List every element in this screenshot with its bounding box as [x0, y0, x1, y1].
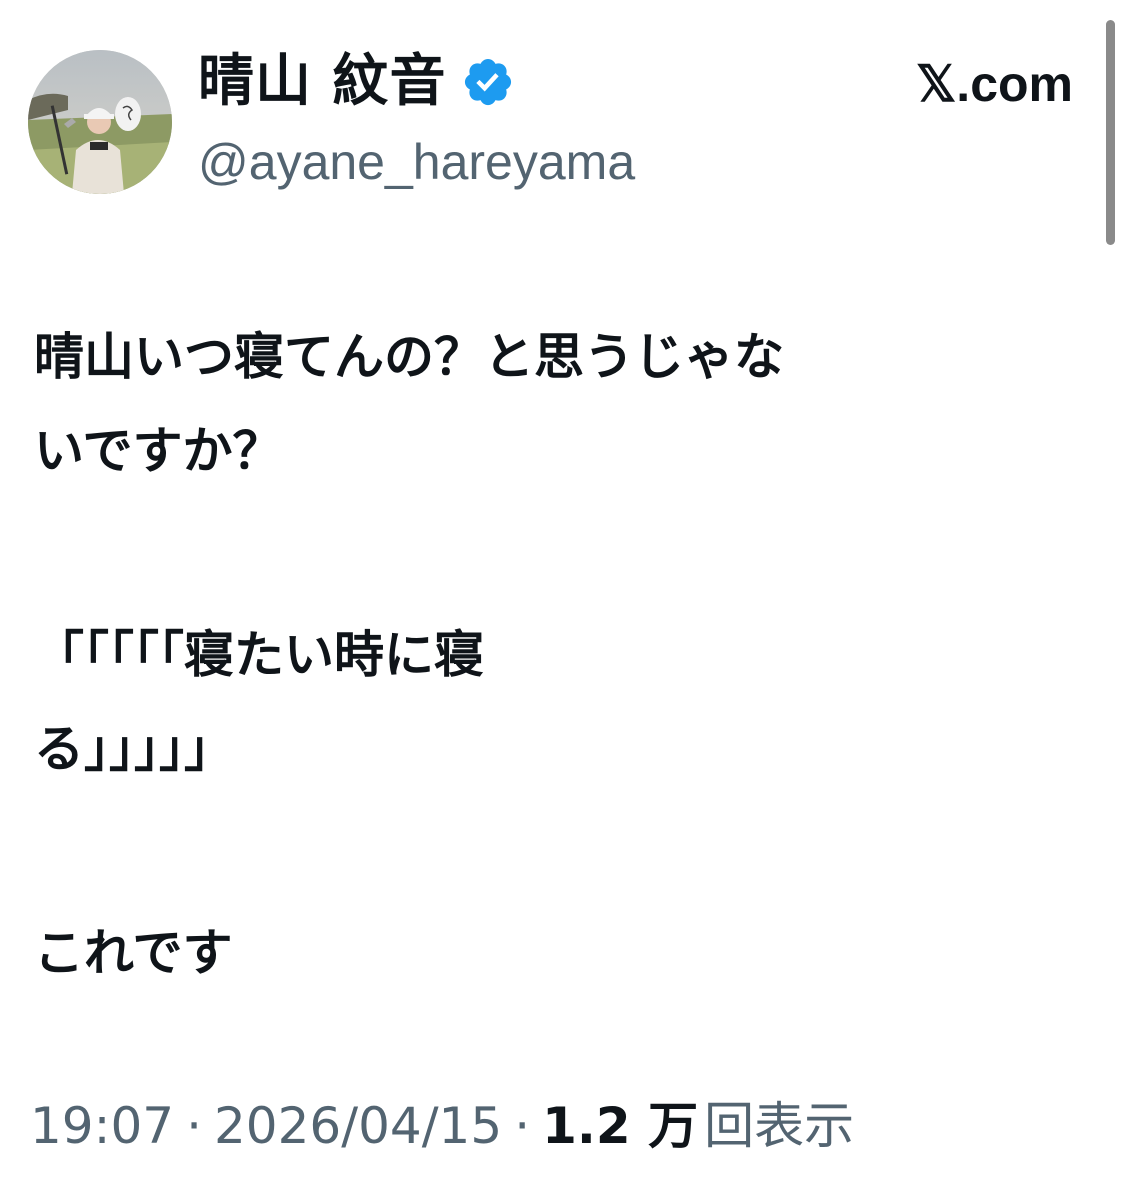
tweet-text-line: これです — [34, 924, 233, 982]
author-name-row[interactable]: 晴山 紋音 — [198, 46, 515, 118]
author-handle[interactable]: @ayane_hareyama — [198, 130, 635, 194]
tweet-time[interactable]: 19:07 — [30, 1090, 174, 1162]
views-count[interactable]: 1.2 万 — [542, 1090, 698, 1162]
tweet-text-line: いですか？ — [34, 422, 283, 480]
tweet-text-line: る」」」」」 — [34, 720, 234, 778]
meta-separator: · — [186, 1097, 202, 1155]
tweet-meta: 19:07 · 2026/04/15 · 1.2 万 回表示 — [30, 1090, 854, 1162]
tweet-text: 晴山いつ寝てんの？と思うじゃな いですか？ 「「「「「寝たい時に寝 る」」」」」… — [34, 310, 1074, 1000]
avatar[interactable] — [28, 50, 172, 194]
meta-separator: · — [514, 1097, 531, 1155]
tweet-text-line: 「「「「「寝たい時に寝 — [34, 626, 484, 684]
verified-badge-icon[interactable] — [461, 55, 515, 109]
avatar-image — [28, 50, 172, 194]
tweet-text-line: 晴山いつ寝てんの？と思うじゃな — [34, 328, 784, 386]
tweet-date[interactable]: 2026/04/15 — [214, 1090, 502, 1162]
display-name[interactable]: 晴山 紋音 — [198, 54, 447, 110]
scrollbar[interactable] — [1106, 20, 1115, 245]
source-site-label: 𝕏.com — [916, 56, 1073, 112]
views-label: 回表示 — [704, 1097, 855, 1155]
